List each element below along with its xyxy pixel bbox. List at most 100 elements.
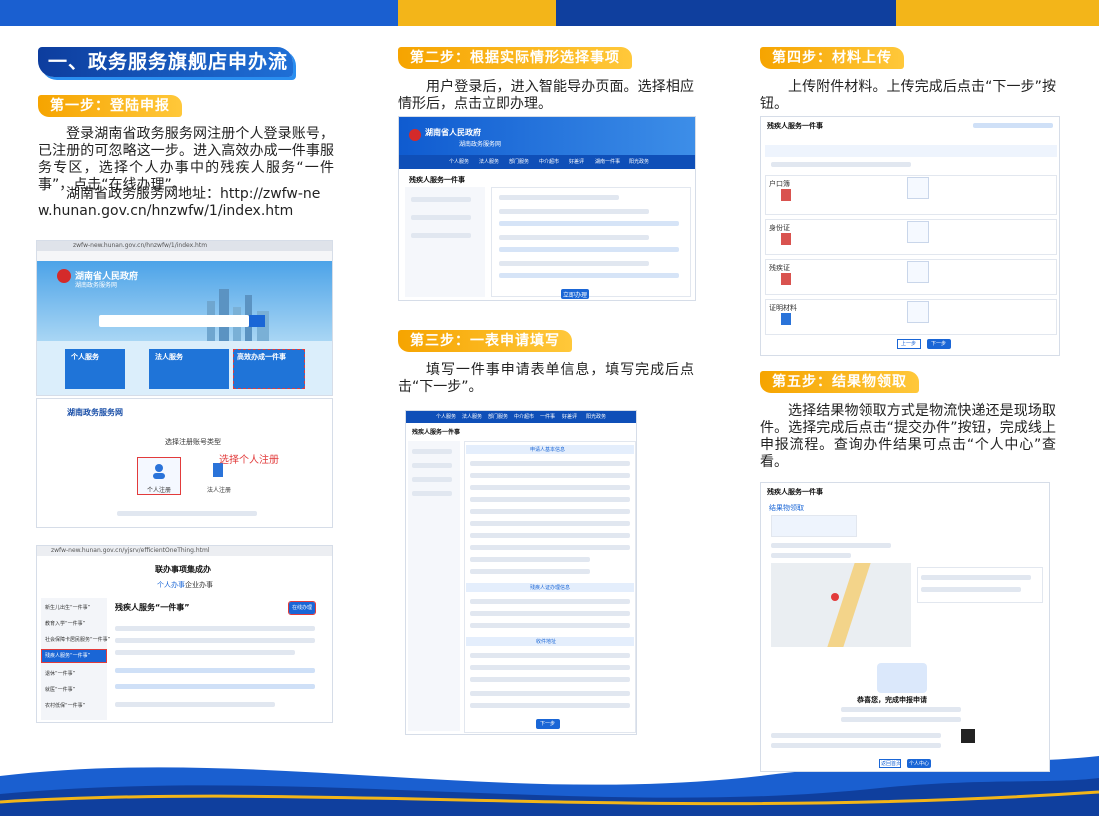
search-input[interactable] <box>99 315 249 327</box>
form-nav-5[interactable]: 好差评 <box>562 413 577 420</box>
person-register-label: 个人注册 <box>147 487 172 494</box>
upload-prev-label: 上一步 <box>901 341 917 347</box>
url-bar-2: zwfw-new.hunan.gov.cn/yjsrv/efficientOne… <box>51 547 210 554</box>
file-icon <box>781 273 791 285</box>
form-nav-3[interactable]: 中介超市 <box>514 413 534 420</box>
form-nav-0[interactable]: 个人服务 <box>436 413 456 420</box>
section-title: 一、政务服务旗舰店申办流程 <box>38 47 293 103</box>
form-page-title: 残疾人服务一件事 <box>412 429 461 436</box>
screenshot-upload: 残疾人服务一件事 户口簿 身份证 残疾证 证明材料 上一步 下一步 <box>760 116 1060 356</box>
result-heading: 结果物领取 <box>769 504 804 512</box>
nav-item-6[interactable]: 阳光政务 <box>629 158 649 165</box>
nav-item-1[interactable]: 法人服务 <box>479 158 499 165</box>
file-label-3: 证明材料 <box>769 304 797 312</box>
upload-button-2[interactable] <box>907 261 929 283</box>
guide-page-title: 残疾人服务一件事 <box>409 176 465 184</box>
upload-next-label: 下一步 <box>931 341 947 347</box>
side-item-5[interactable]: 就医“一件事” <box>45 686 75 693</box>
emblem-icon <box>57 269 71 283</box>
form-nav-1[interactable]: 法人服务 <box>462 413 482 420</box>
online-handle-label: 在线办理 <box>292 605 313 611</box>
joint-office-title: 联办事项集成办 <box>155 565 211 574</box>
form-next-label: 下一步 <box>540 721 556 727</box>
screenshot-form: 个人服务 法人服务 部门服务 中介超市 一件事 好差评 阳光政务 残疾人服务一件… <box>405 410 637 735</box>
nav-item-2[interactable]: 部门服务 <box>509 158 529 165</box>
screenshot-register: 湖南政务服务网 选择注册账号类型 个人注册 法人注册 选择个人注册 <box>36 398 333 528</box>
side-item-2[interactable]: 社会保障卡居民服务“一件事” <box>45 636 110 643</box>
file-icon <box>781 313 791 325</box>
side-item-1[interactable]: 教育入学“一件事” <box>45 620 85 627</box>
qr-code-icon <box>961 729 975 743</box>
step-1-address: 湖南省政务服务网地址：http://zwfw-new.hunan.gov.cn/… <box>38 186 321 219</box>
step-2-text: 用户登录后，进入智能导办页面。选择相应情形后，点击立即办理。 <box>398 79 694 112</box>
form-nav-2[interactable]: 部门服务 <box>488 413 508 420</box>
guide-side <box>405 187 485 297</box>
result-page-title: 残疾人服务一件事 <box>767 488 823 496</box>
site-subname-2: 湖南政务服务网 <box>459 141 502 148</box>
register-site-name: 湖南政务服务网 <box>67 408 123 417</box>
register-choose-label: 选择注册账号类型 <box>165 438 221 446</box>
form-nav-4[interactable]: 一件事 <box>540 413 555 420</box>
step-4-text: 上传附件材料。上传完成后点击“下一步”按钮。 <box>760 79 1056 112</box>
file-icon <box>781 189 791 201</box>
file-label-2: 残疾证 <box>769 264 790 272</box>
step-1-text: 登录湖南省政务服务网注册个人登录账号，已注册的可忽略这一步。进入高效办成一件事服… <box>38 126 334 193</box>
site-subname: 湖南政务服务网 <box>75 282 118 289</box>
pickup-option-card[interactable] <box>771 515 857 537</box>
emblem-icon-2 <box>409 129 421 141</box>
file-label-0: 户口簿 <box>769 180 790 188</box>
step-3-badge: 第三步：一表申请填写 <box>398 330 572 352</box>
one-thing-label: 高效办成一件事 <box>237 353 286 361</box>
nav-item-5[interactable]: 湖南一件事 <box>595 158 620 165</box>
apply-now-label: 立即办理 <box>563 292 588 299</box>
step-4-badge: 第四步：材料上传 <box>760 47 904 69</box>
file-label-1: 身份证 <box>769 224 790 232</box>
choose-person-annotation: 选择个人注册 <box>219 455 279 466</box>
screenshot-smart-guide: 湖南省人民政府 湖南政务服务网 个人服务 法人服务 部门服务 中介超市 好差评 … <box>398 116 696 301</box>
side-item-0[interactable]: 新生儿出生“一件事” <box>45 604 90 611</box>
screenshot-one-thing: zwfw-new.hunan.gov.cn/yjsrv/efficientOne… <box>36 545 333 723</box>
search-button[interactable] <box>249 315 265 327</box>
corp-register-label: 法人注册 <box>207 487 232 494</box>
step-5-text: 选择结果物领取方式是物流快递还是现场取件。选择完成后点击“提交办件”按钮，完成线… <box>760 403 1056 470</box>
upload-page-title: 残疾人服务一件事 <box>767 122 823 130</box>
screenshot-result: 残疾人服务一件事 结果物领取 恭喜您，完成申报申请 返回首页 个人中心 <box>760 482 1050 772</box>
step-3-text: 填写一件事申请表单信息，填写完成后点击“下一步”。 <box>398 362 694 395</box>
guide-options-panel <box>491 187 691 297</box>
city-skyline-icon <box>207 289 269 341</box>
tab-personal[interactable]: 个人办事 <box>157 580 185 590</box>
section-cert: 残疾人证办理信息 <box>530 585 571 591</box>
personal-center-label: 个人中心 <box>909 761 930 767</box>
file-icon <box>781 233 791 245</box>
disability-service-heading: 残疾人服务“一件事” <box>115 603 190 612</box>
success-message: 恭喜您，完成申报申请 <box>857 696 927 704</box>
url-bar: zwfw-new.hunan.gov.cn/hnzwfw/1/index.htm <box>73 242 208 249</box>
upload-button-1[interactable] <box>907 221 929 243</box>
success-illustration <box>877 663 927 693</box>
section-address: 收件地址 <box>536 639 557 645</box>
personal-service-label: 个人服务 <box>71 353 99 361</box>
map-area <box>771 563 911 647</box>
form-nav-6[interactable]: 阳光政务 <box>586 413 606 420</box>
back-home-label: 返回首页 <box>881 761 902 767</box>
step-1-badge: 第一步：登陆申报 <box>38 95 182 117</box>
person-icon <box>153 464 165 479</box>
nav-item-0[interactable]: 个人服务 <box>449 158 469 165</box>
section-applicant: 申请人基本信息 <box>530 447 566 453</box>
site-name-2: 湖南省人民政府 <box>425 128 481 137</box>
step-2-badge: 第二步：根据实际情形选择事项 <box>398 47 632 69</box>
side-item-6[interactable]: 农村低保“一件事” <box>45 702 85 709</box>
corp-service-label: 法人服务 <box>155 353 183 361</box>
nav-item-4[interactable]: 好差评 <box>569 158 584 165</box>
tab-enterprise[interactable]: 企业办事 <box>185 580 213 590</box>
form-side <box>408 441 460 731</box>
pickup-address-card <box>917 567 1043 603</box>
side-item-4[interactable]: 退休“一件事” <box>45 670 75 677</box>
upload-button-3[interactable] <box>907 301 929 323</box>
upload-button-0[interactable] <box>907 177 929 199</box>
top-decoration-bar <box>0 0 1099 26</box>
step-5-badge: 第五步：结果物领取 <box>760 371 919 393</box>
nav-item-3[interactable]: 中介超市 <box>539 158 559 165</box>
side-item-3: 残疾人服务“一件事” <box>45 653 91 659</box>
screenshot-homepage: zwfw-new.hunan.gov.cn/hnzwfw/1/index.htm… <box>36 240 333 396</box>
